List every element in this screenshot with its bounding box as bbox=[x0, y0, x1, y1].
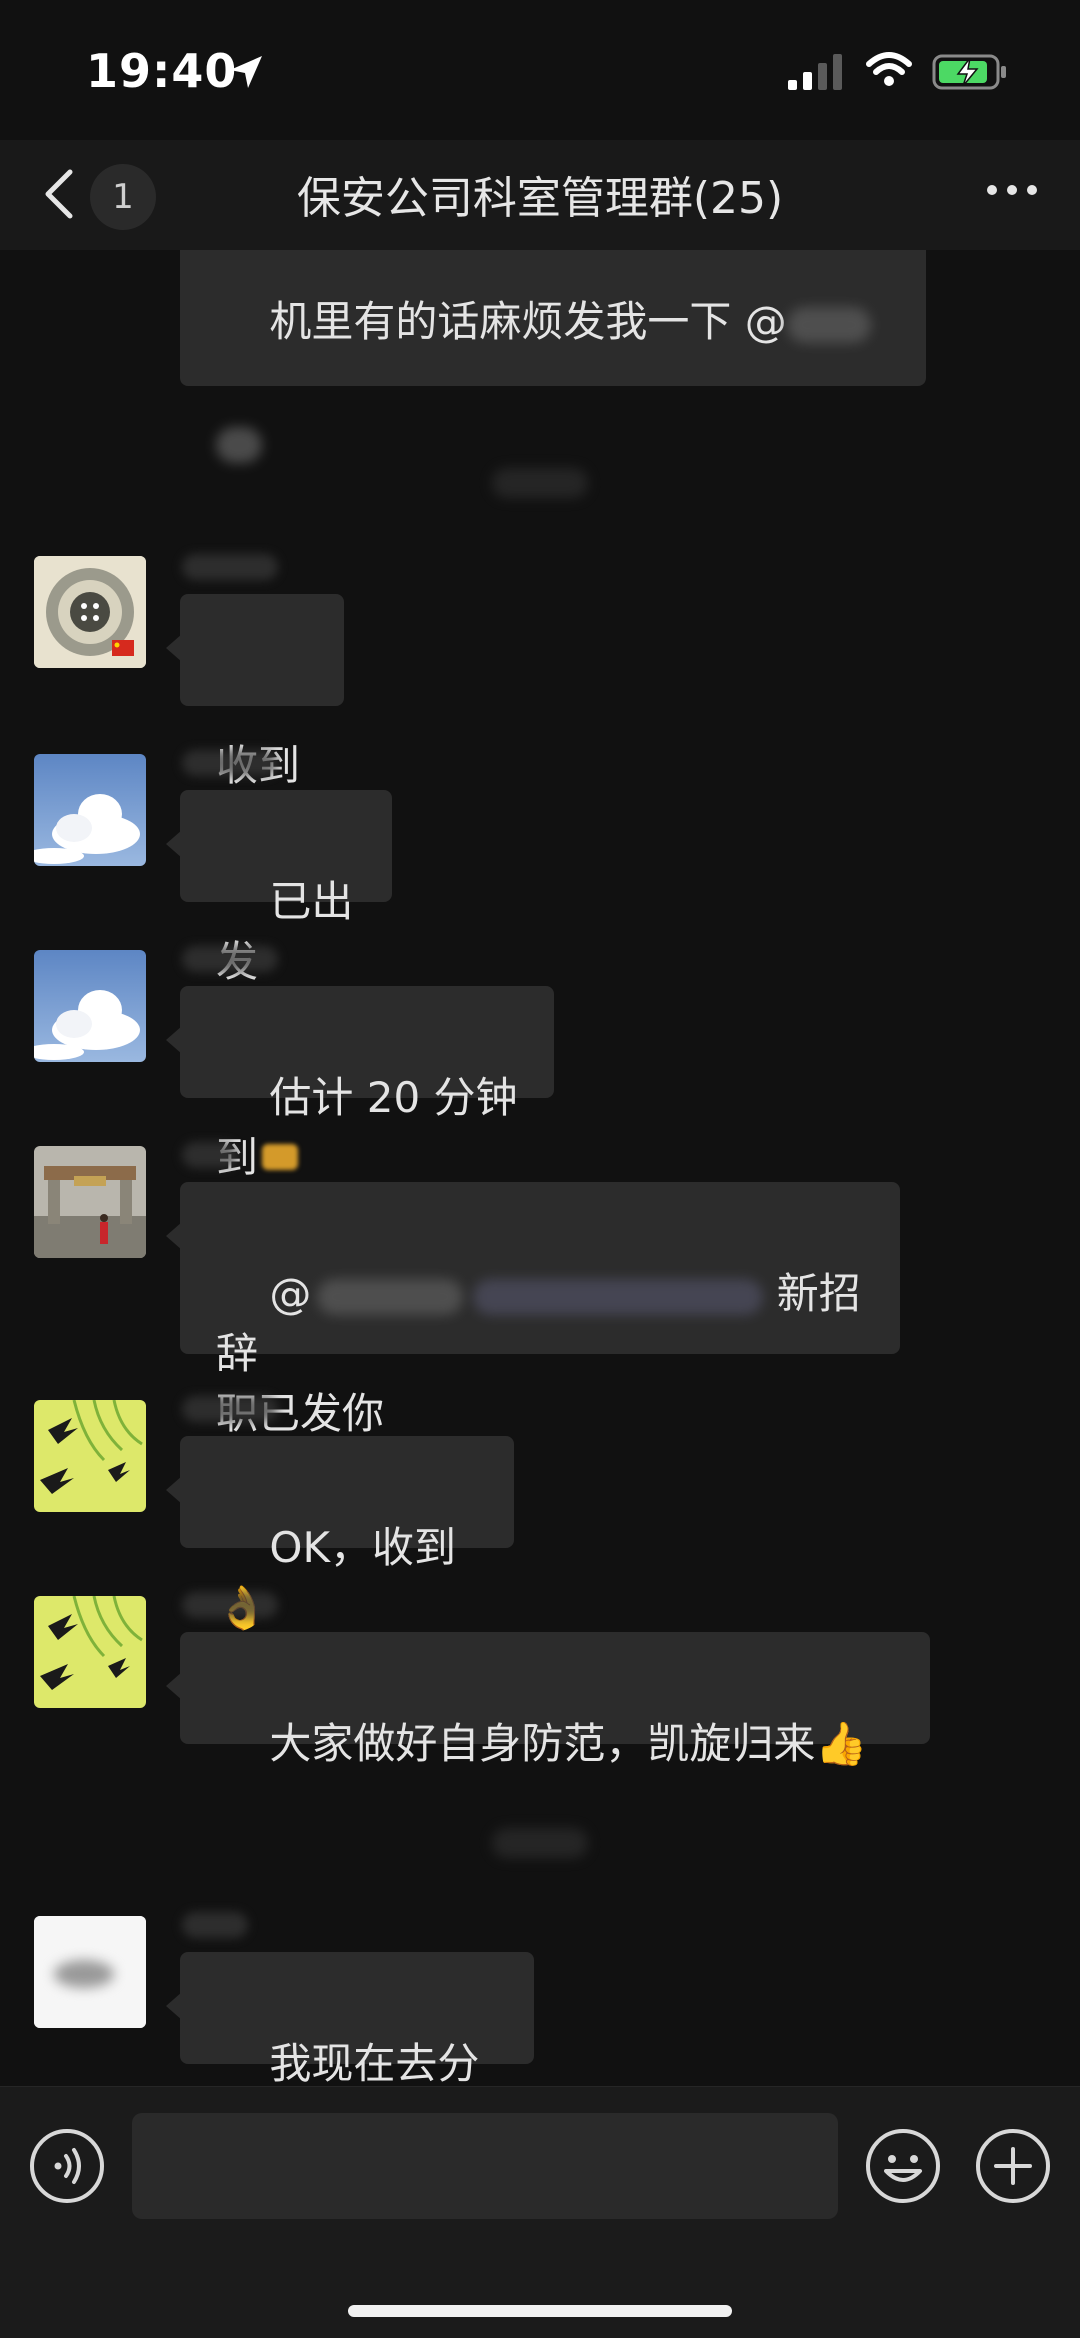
avatar-image bbox=[34, 1400, 146, 1512]
avatar-image bbox=[34, 1596, 146, 1708]
message-bubble[interactable]: OK，收到👌 bbox=[180, 1436, 514, 1632]
message-text: 机里有的话麻烦发我一下 @ bbox=[269, 297, 787, 346]
blurred-mention bbox=[317, 1278, 464, 1315]
emoji-icon[interactable] bbox=[864, 2127, 942, 2205]
sender-name bbox=[182, 554, 278, 580]
message-bubble[interactable]: 收到 bbox=[180, 594, 344, 790]
avatar[interactable] bbox=[34, 1916, 146, 2028]
chat-title[interactable]: 保安公司科室管理群(25) bbox=[0, 162, 1080, 226]
input-bar bbox=[0, 2086, 1080, 2338]
message-bubble[interactable]: 大家做好自身防范，凯旋归来👍 bbox=[180, 1632, 930, 1768]
sender-name bbox=[182, 750, 278, 776]
sender-name bbox=[182, 946, 278, 972]
avatar[interactable] bbox=[34, 950, 146, 1062]
avatar-image bbox=[34, 1146, 146, 1258]
status-bar: 19:40 bbox=[0, 0, 1080, 140]
location-arrow-icon bbox=[230, 56, 262, 88]
timestamp bbox=[492, 468, 588, 498]
message-text: @ bbox=[269, 1269, 312, 1318]
sender-name bbox=[182, 1592, 278, 1618]
avatar-image bbox=[34, 556, 146, 668]
home-indicator bbox=[348, 2305, 732, 2317]
avatar[interactable] bbox=[34, 754, 146, 866]
chat-header: 1 保安公司科室管理群(25) bbox=[0, 140, 1080, 251]
avatar-image bbox=[34, 754, 146, 866]
wifi-icon bbox=[866, 52, 912, 86]
blurred-mention bbox=[786, 306, 871, 343]
battery-charging-icon bbox=[932, 54, 1006, 90]
avatar[interactable] bbox=[34, 1146, 146, 1258]
avatar-image bbox=[34, 950, 146, 1062]
message-bubble[interactable]: 已出发 bbox=[180, 790, 392, 986]
blurred-mention bbox=[216, 426, 262, 463]
signal-icon bbox=[788, 54, 842, 90]
blurred-mention bbox=[473, 1278, 764, 1315]
avatar[interactable] bbox=[34, 1596, 146, 1708]
message-bubble[interactable]: 估计 20 分钟到 bbox=[180, 986, 554, 1182]
sender-name bbox=[182, 1142, 238, 1168]
sender-name bbox=[182, 1912, 248, 1938]
message-text: 大家做好自身防范，凯旋归来👍 bbox=[269, 1719, 868, 1768]
message-bubble[interactable]: @ 新招辞 职已发你 bbox=[180, 1182, 900, 1438]
avatar[interactable] bbox=[34, 1400, 146, 1512]
message-text: 我现在去分局 bbox=[269, 2039, 480, 2086]
avatar-image bbox=[34, 1916, 146, 2028]
status-time: 19:40 bbox=[86, 44, 238, 98]
more-icon[interactable] bbox=[984, 180, 1040, 200]
message-list[interactable]: 机里有的话麻烦发我一下 @ 收到 已出发 bbox=[0, 250, 1080, 2086]
crown-icon bbox=[262, 1144, 298, 1170]
message-input[interactable] bbox=[132, 2113, 838, 2219]
avatar[interactable] bbox=[34, 556, 146, 668]
plus-icon[interactable] bbox=[974, 2127, 1052, 2205]
timestamp bbox=[492, 1828, 588, 1858]
sender-name bbox=[182, 1396, 278, 1422]
voice-icon[interactable] bbox=[28, 2127, 106, 2205]
message-bubble[interactable]: 机里有的话麻烦发我一下 @ bbox=[180, 250, 926, 463]
message-bubble[interactable]: 我现在去分局 bbox=[180, 1952, 534, 2086]
